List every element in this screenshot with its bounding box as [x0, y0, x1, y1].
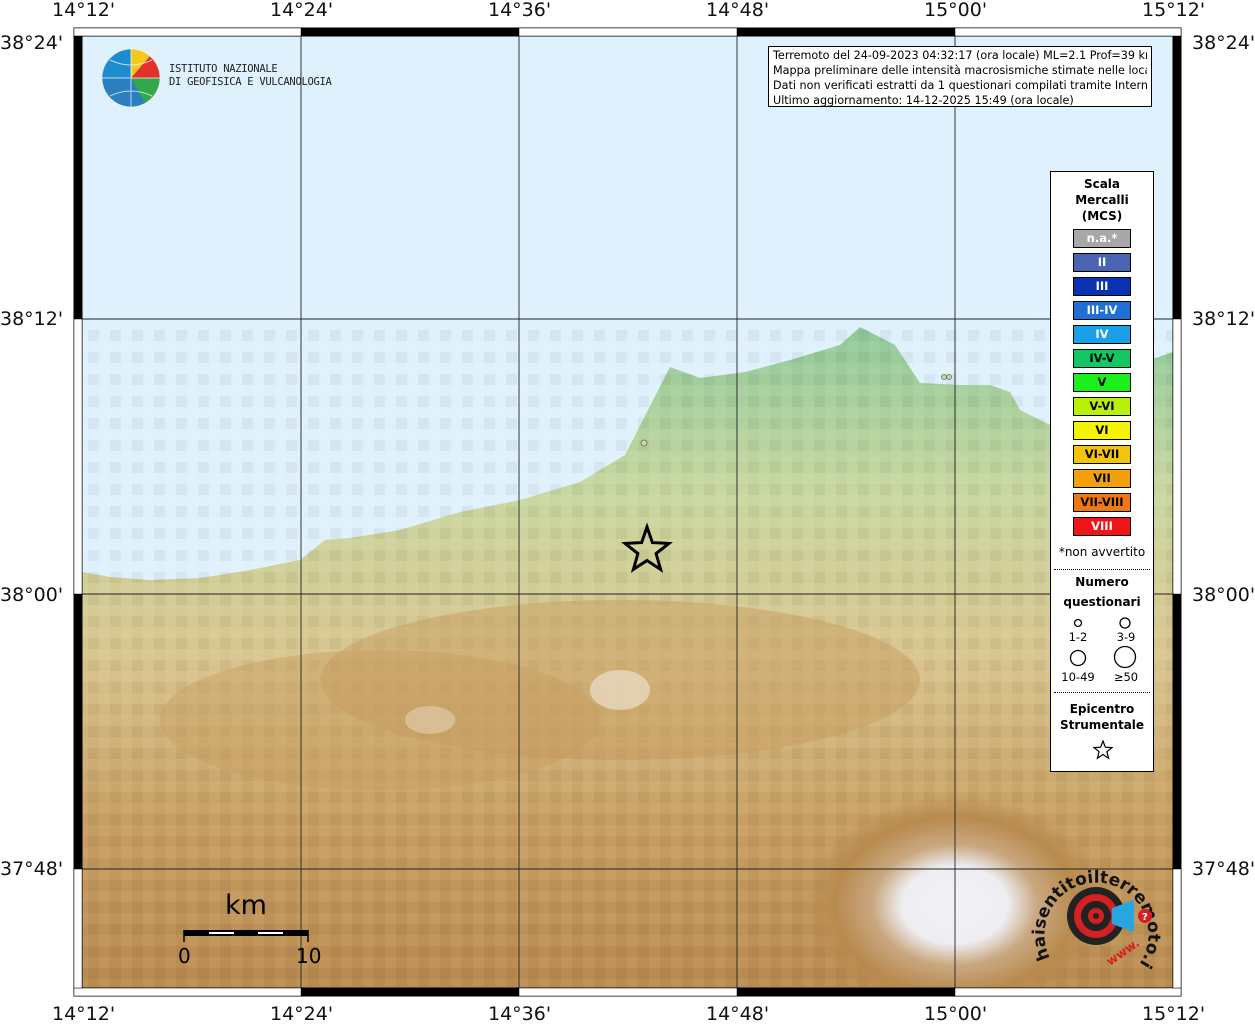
earthquake-info-box: Terremoto del 24-09-2023 04:32:17 (ora l… — [768, 46, 1152, 107]
institute-line2: DI GEOFISICA E VULCANOLOGIA — [169, 76, 332, 88]
scalebar-start: 0 — [178, 944, 191, 968]
lat-label-right-1: 38°12' — [1192, 308, 1255, 330]
questionnaires-title-2: questionari — [1063, 595, 1141, 609]
lon-label-bottom-2: 14°36' — [488, 1003, 552, 1025]
lon-label-top-0: 14°12' — [52, 0, 116, 21]
lat-label-right-3: 37°48' — [1192, 858, 1255, 880]
mcs-scale-item: VI-VII — [1073, 445, 1131, 464]
lon-label-bottom-3: 14°48' — [706, 1003, 770, 1025]
lon-label-bottom-1: 14°24' — [270, 1003, 334, 1025]
institute-name: ISTITUTO NAZIONALE DI GEOFISICA E VULCAN… — [169, 63, 332, 89]
info-line1: Terremoto del 24-09-2023 04:32:17 (ora l… — [773, 49, 1147, 62]
mcs-scale-item: II — [1073, 253, 1131, 272]
lon-label-bottom-4: 15°00' — [924, 1003, 988, 1025]
mcs-scale-item: VII-VIII — [1073, 493, 1131, 512]
lon-label-bottom-5: 15°12' — [1142, 1003, 1206, 1025]
svg-text:?: ? — [1142, 912, 1148, 923]
legend-title-3: (MCS) — [1081, 209, 1123, 223]
scalebar-end: 10 — [296, 944, 322, 968]
mcs-scale-item: IV — [1073, 325, 1131, 344]
epicenter-title-1: Epicentro — [1069, 702, 1135, 716]
questionnaires-title-1: Numero — [1075, 575, 1129, 589]
size-1-2-icon — [1073, 618, 1083, 628]
legend-divider-2 — [1054, 692, 1150, 693]
mcs-scale-item: IV-V — [1073, 349, 1131, 368]
lon-label-top-5: 15°12' — [1142, 0, 1206, 21]
legend-divider-1 — [1054, 569, 1150, 570]
mcs-scale-item: VII — [1073, 469, 1131, 488]
info-line4: Ultimo aggiornamento: 14-12-2025 15:49 (… — [773, 94, 1074, 107]
madonie-range — [160, 650, 600, 790]
epicenter-title-2: Strumentale — [1059, 718, 1145, 732]
not-felt-note: *non avvertito — [1058, 545, 1146, 559]
legend-title-2: Mercalli — [1075, 193, 1129, 207]
lat-label-left-1: 38°12' — [0, 308, 64, 330]
size-50-icon — [1113, 645, 1137, 669]
mcs-scale-item: VIII — [1073, 517, 1131, 536]
lat-label-left-2: 38°00' — [0, 584, 64, 606]
size-3-9-icon — [1119, 617, 1131, 629]
scalebar-unit: km — [225, 890, 267, 921]
info-line3: Dati non verificati estratti da 1 questi… — [773, 79, 1147, 92]
epicenter-legend-star-icon — [1093, 740, 1113, 760]
size-label-3-9: 3-9 — [1116, 630, 1136, 644]
mcs-scale-item: III-IV — [1073, 301, 1131, 320]
mcs-scale-item: V-VI — [1073, 397, 1131, 416]
mcs-scale-item: n.a.* — [1073, 229, 1131, 248]
lon-label-top-4: 15°00' — [924, 0, 988, 21]
lat-label-left-3: 37°48' — [0, 858, 64, 880]
mcs-scale-item: III — [1073, 277, 1131, 296]
lat-label-left-0: 38°24' — [0, 32, 64, 54]
institute-line1: ISTITUTO NAZIONALE — [169, 63, 278, 75]
haisentito-logo-icon[interactable]: haisentitoilterremoto.it ? www. — [1030, 858, 1165, 978]
lon-label-top-3: 14°48' — [706, 0, 770, 21]
mcs-scale-item: VI — [1073, 421, 1131, 440]
lat-label-right-2: 38°00' — [1192, 584, 1255, 606]
size-label-1-2: 1-2 — [1068, 630, 1088, 644]
lon-label-bottom-0: 14°12' — [52, 1003, 116, 1025]
lat-label-right-0: 38°24' — [1192, 32, 1255, 54]
ingv-logo-icon — [101, 48, 161, 108]
info-line2: Mappa preliminare delle intensità macros… — [773, 64, 1147, 77]
size-label-50: ≥50 — [1113, 670, 1139, 684]
size-10-49-icon — [1069, 649, 1087, 667]
lon-label-top-1: 14°24' — [270, 0, 334, 21]
size-label-10-49: 10-49 — [1061, 670, 1095, 684]
lon-label-top-2: 14°36' — [488, 0, 552, 21]
legend-panel: Scala Mercalli (MCS) n.a.* II III III-IV IV I… — [1050, 171, 1154, 772]
mcs-scale-item: V — [1073, 373, 1131, 392]
legend-title-1: Scala — [1083, 177, 1121, 191]
